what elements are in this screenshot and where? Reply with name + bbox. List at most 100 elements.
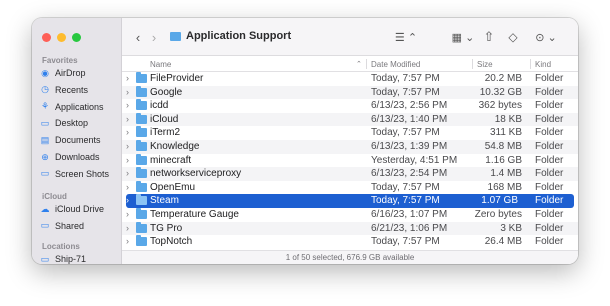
disclosure-chevron-icon[interactable]: › xyxy=(126,236,129,246)
disclosure-chevron-icon[interactable]: › xyxy=(126,155,129,165)
table-row[interactable]: › Temperature Gauge 6/16/23, 1:07 PM Zero b… xyxy=(122,207,578,222)
file-kind: Folder xyxy=(535,86,564,98)
sidebar-item-screen-shots[interactable]: ▭ Screen Shots xyxy=(40,167,109,181)
sidebar-item-downloads[interactable]: ⊕ Downloads xyxy=(40,150,99,164)
table-row[interactable]: › OpenEmu Today, 7:57 PM 168 MB Folder xyxy=(122,180,578,195)
file-size: Zero bytes xyxy=(474,208,522,220)
chevron-right-icon: › xyxy=(151,29,157,45)
status-bar: 1 of 50 selected, 676.9 GB available xyxy=(122,250,578,264)
disclosure-chevron-icon[interactable]: › xyxy=(126,73,129,83)
file-size: 20.2 MB xyxy=(484,73,522,84)
more-actions-button[interactable]: ⊙ ⌄ xyxy=(534,29,558,45)
folder-icon xyxy=(136,139,147,151)
disclosure-chevron-icon[interactable]: › xyxy=(126,209,129,219)
folder-icon xyxy=(136,72,147,83)
document-icon: ▤ xyxy=(40,134,50,145)
disclosure-chevron-icon[interactable]: › xyxy=(126,195,129,205)
tag-button[interactable]: ◇ xyxy=(506,29,520,45)
folder-icon xyxy=(136,167,147,179)
sidebar-item-label: Applications xyxy=(55,101,104,112)
window-title: Application Support xyxy=(170,30,291,42)
file-size: 3 KB xyxy=(500,222,522,234)
table-row[interactable]: › minecraft Yesterday, 4:51 PM 1.16 GB Folde… xyxy=(122,153,578,168)
file-size: 362 bytes xyxy=(478,100,522,112)
file-date-modified: Today, 7:57 PM xyxy=(371,86,440,98)
applications-icon: ⚘ xyxy=(40,101,50,112)
share-button[interactable]: ⇧ xyxy=(482,29,496,45)
table-row[interactable]: › Steam Today, 7:57 PM 1.07 GB Folder xyxy=(126,194,574,208)
main-pane: ‹ › Application Support ☰ ⌃ ▦ ⌄ ⇧ ◇ ⊙ ⌄ … xyxy=(122,18,578,264)
back-button[interactable]: ‹ xyxy=(132,29,144,45)
disclosure-chevron-icon[interactable]: › xyxy=(126,100,129,110)
sidebar-item-desktop[interactable]: ▭ Desktop xyxy=(40,116,88,130)
group-button[interactable]: ▦ ⌄ xyxy=(450,29,476,45)
clock-icon: ◷ xyxy=(41,84,49,95)
view-options-button[interactable]: ☰ ⌃ xyxy=(394,29,418,45)
list-view-icon: ☰ ⌃ xyxy=(394,31,418,44)
disclosure-chevron-icon[interactable]: › xyxy=(126,168,129,178)
cloud-icon: ☁ xyxy=(40,203,50,214)
table-row[interactable]: › iTerm2 Today, 7:57 PM 311 KB Folder xyxy=(122,126,578,140)
disclosure-chevron-icon[interactable]: › xyxy=(126,127,129,137)
disclosure-chevron-icon[interactable]: › xyxy=(126,141,129,151)
file-kind: Folder xyxy=(535,127,564,139)
finder-window: Favorites ◉ AirDrop ◷ Recents ⚘ Applications ▭… xyxy=(32,18,578,264)
file-date-modified: Today, 7:57 PM xyxy=(371,236,440,248)
file-name: Temperature Gauge xyxy=(150,208,239,220)
column-divider[interactable] xyxy=(530,59,531,69)
file-kind: Folder xyxy=(535,222,564,234)
file-name: FileProvider xyxy=(150,73,204,84)
table-row[interactable]: › Knowledge 6/13/23, 1:39 PM 54.8 MB Folder xyxy=(122,139,578,154)
sidebar-item-shared[interactable]: ▭ Shared xyxy=(40,219,84,233)
file-date-modified: Yesterday, 4:51 PM xyxy=(371,154,458,166)
table-row[interactable]: › icdd 6/13/23, 2:56 PM 362 bytes Folder xyxy=(122,99,578,113)
disclosure-chevron-icon[interactable]: › xyxy=(126,87,129,97)
file-kind: Folder xyxy=(535,195,564,207)
table-row[interactable]: › Google Today, 7:57 PM 10.32 GB Folder xyxy=(122,85,578,100)
file-name: Steam xyxy=(150,195,179,207)
sidebar-item-recents[interactable]: ◷ Recents xyxy=(40,83,88,97)
sidebar-item-label: Screen Shots xyxy=(55,168,110,179)
tag-icon: ◇ xyxy=(508,30,518,44)
name-column-header[interactable]: Name xyxy=(150,60,171,69)
grid-view-icon: ▦ ⌄ xyxy=(451,31,475,44)
column-divider[interactable] xyxy=(366,59,367,69)
zoom-button[interactable] xyxy=(72,33,81,42)
table-row[interactable]: › FileProvider Today, 7:57 PM 20.2 MB Folder xyxy=(122,72,578,86)
folder-icon: ▭ xyxy=(40,168,50,179)
table-row[interactable]: › iCloud 6/13/23, 1:40 PM 18 KB Folder xyxy=(122,112,578,127)
disclosure-chevron-icon[interactable]: › xyxy=(126,182,129,192)
forward-button[interactable]: › xyxy=(148,29,160,45)
window-title-label: Application Support xyxy=(186,30,292,42)
chevron-left-icon: ‹ xyxy=(135,29,141,45)
kind-column-header[interactable]: Kind xyxy=(535,60,551,69)
disclosure-chevron-icon[interactable]: › xyxy=(126,114,129,124)
close-button[interactable] xyxy=(42,33,51,42)
folder-icon xyxy=(136,99,147,111)
disclosure-chevron-icon[interactable]: › xyxy=(126,223,129,233)
table-row[interactable]: › TG Pro 6/21/23, 1:06 PM 3 KB Folder xyxy=(122,221,578,236)
shared-folder-icon: ▭ xyxy=(40,220,50,231)
sidebar-item-applications[interactable]: ⚘ Applications xyxy=(40,100,104,114)
file-date-modified: 6/13/23, 2:54 PM xyxy=(371,168,448,180)
size-column-header[interactable]: Size xyxy=(477,60,493,69)
table-row[interactable]: › TopNotch Today, 7:57 PM 26.4 MB Folder xyxy=(122,235,578,249)
minimize-button[interactable] xyxy=(57,33,66,42)
file-date-modified: 6/13/23, 1:39 PM xyxy=(371,140,448,152)
file-date-modified: Today, 7:57 PM xyxy=(371,73,440,84)
folder-icon xyxy=(136,180,147,192)
file-name: iTerm2 xyxy=(150,127,181,139)
icloud-header: iCloud xyxy=(42,192,67,201)
file-name: networkserviceproxy xyxy=(150,168,242,180)
folder-icon xyxy=(170,31,181,41)
date-column-header[interactable]: Date Modified xyxy=(371,60,420,69)
column-divider[interactable] xyxy=(472,59,473,69)
sidebar-item-icloud-drive[interactable]: ☁ iCloud Drive xyxy=(40,202,105,216)
sidebar-item-ship-71[interactable]: ▭ Ship-71 xyxy=(40,252,86,265)
folder-icon xyxy=(136,221,147,233)
folder-icon xyxy=(136,194,147,206)
file-kind: Folder xyxy=(535,100,564,112)
table-row[interactable]: › networkserviceproxy 6/13/23, 2:54 PM 1.4 … xyxy=(122,167,578,181)
sidebar-item-documents[interactable]: ▤ Documents xyxy=(40,133,101,147)
sidebar-item-airdrop[interactable]: ◉ AirDrop xyxy=(40,66,85,80)
